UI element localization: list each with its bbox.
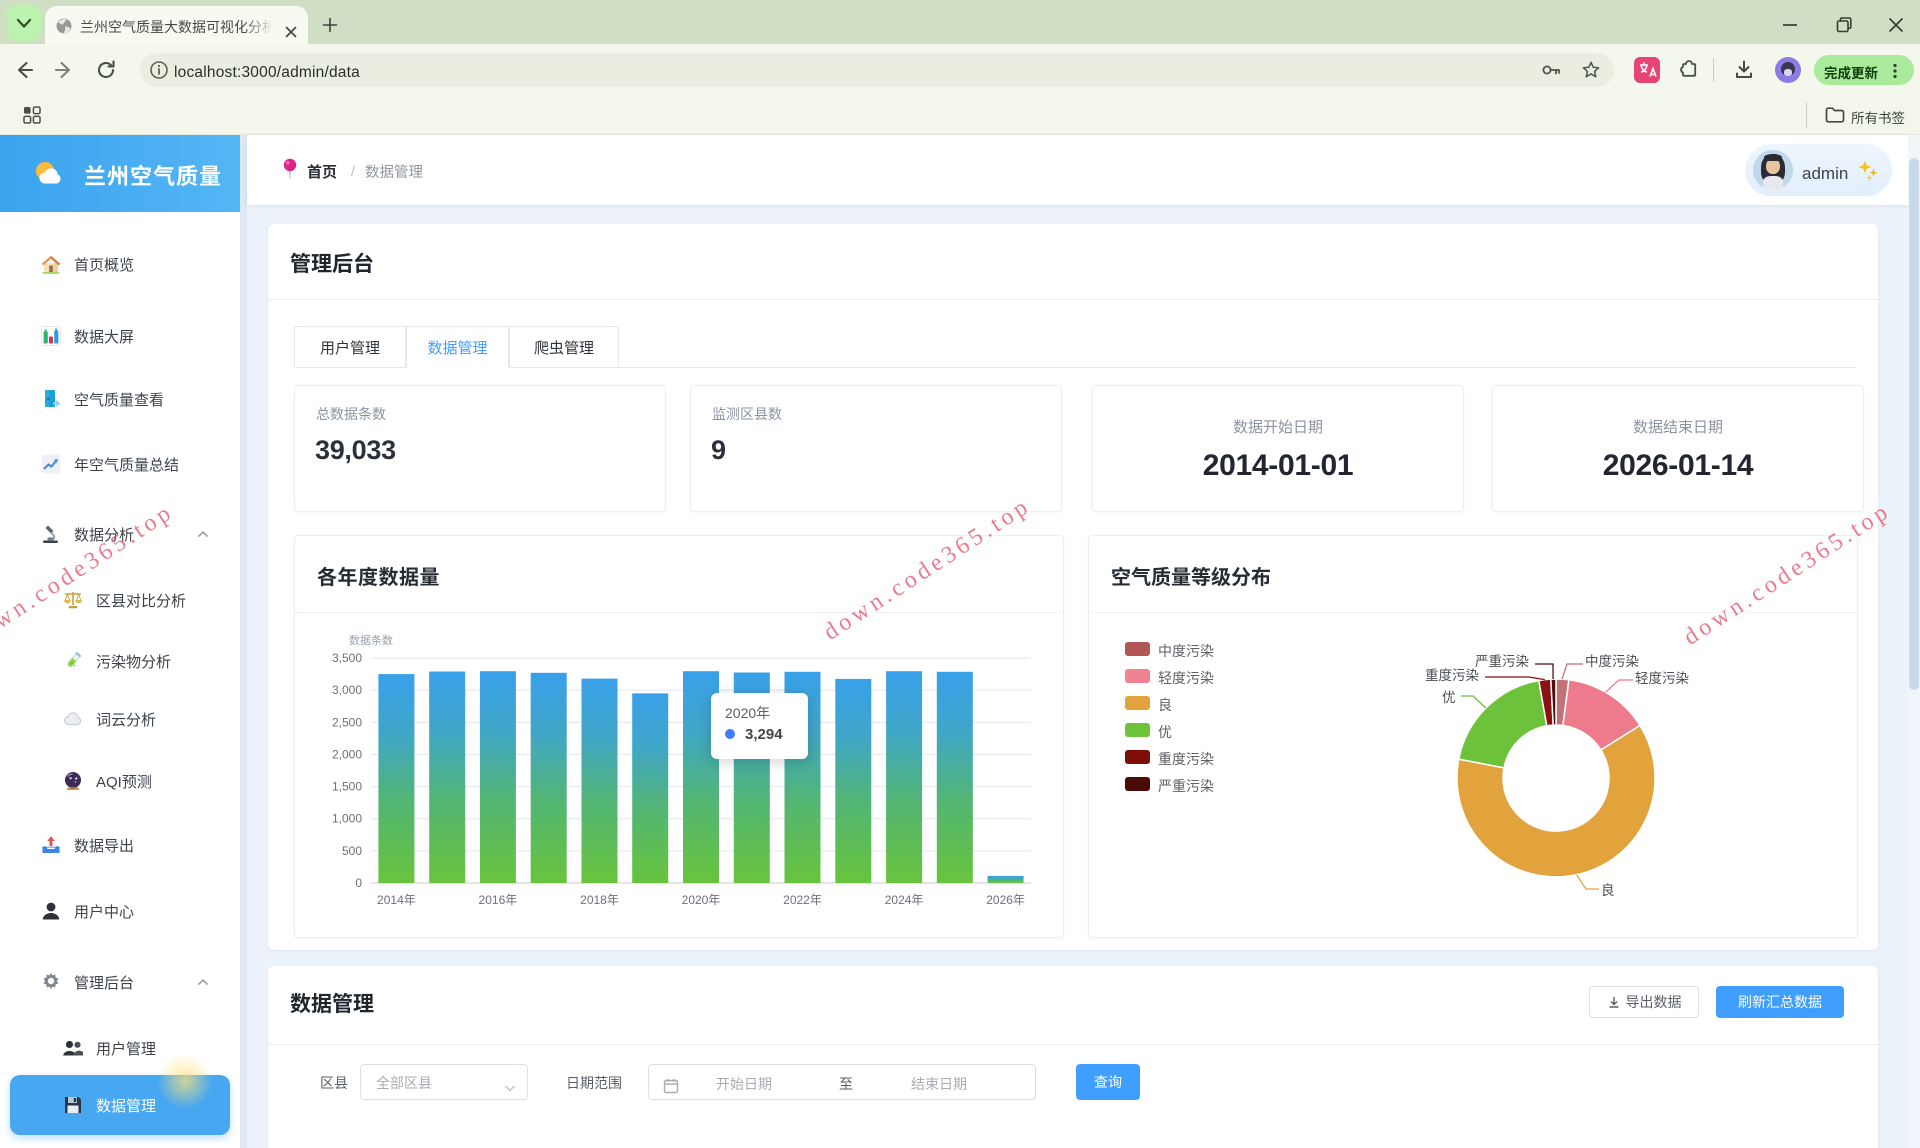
svg-text:2016年: 2016年 [479,891,518,908]
svg-text:2,500: 2,500 [332,713,362,730]
svg-text:数据条数: 数据条数 [349,632,393,648]
svg-text:500: 500 [342,842,362,859]
svg-text:2026年: 2026年 [986,891,1025,908]
svg-text:2022年: 2022年 [783,891,822,908]
svg-text:0: 0 [355,874,362,891]
svg-text:2020年: 2020年 [682,891,721,908]
svg-text:1,500: 1,500 [332,778,362,795]
svg-text:1,000: 1,000 [332,810,362,827]
svg-text:2014年: 2014年 [377,891,416,908]
svg-text:2018年: 2018年 [580,891,619,908]
svg-text:3,000: 3,000 [332,681,362,698]
svg-text:2024年: 2024年 [885,891,924,908]
svg-text:3,500: 3,500 [332,649,362,666]
svg-text:2,000: 2,000 [332,745,362,762]
